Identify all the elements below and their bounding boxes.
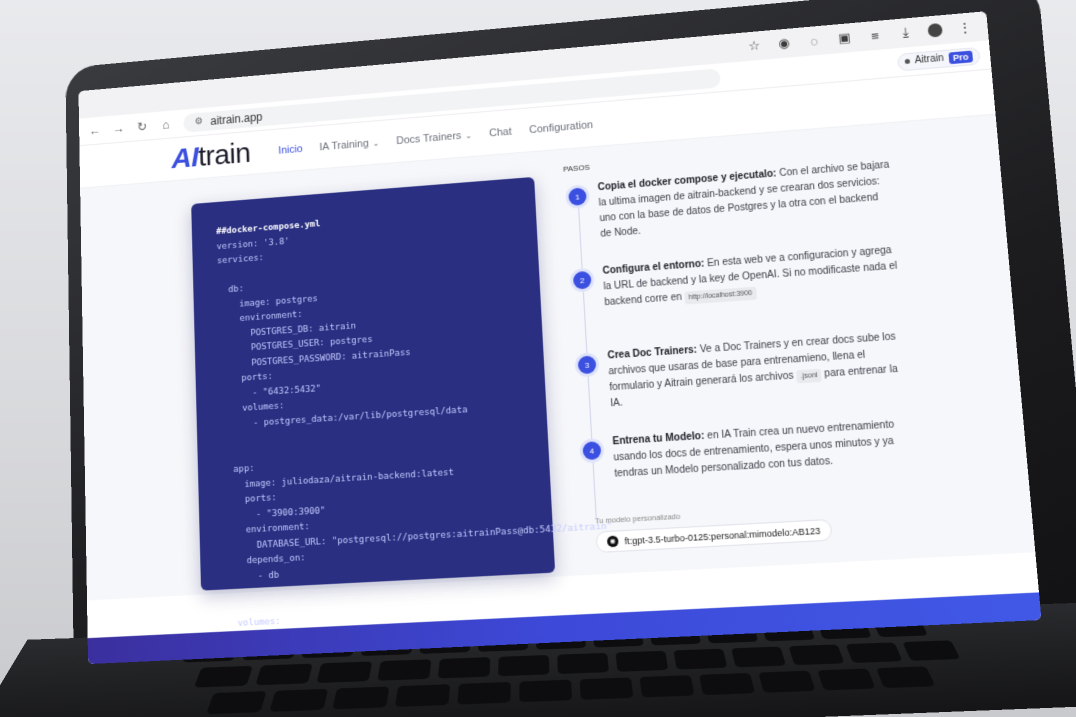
aitrain-logo[interactable]: AI train	[171, 137, 251, 175]
chevron-down-icon: ⌄	[370, 138, 380, 148]
openai-icon: ✺	[606, 535, 619, 548]
site-info-icon[interactable]: ⚙	[194, 116, 203, 127]
plan-indicator[interactable]: Aitrain Pro	[896, 46, 981, 72]
nav-docs-trainers-label: Docs Trainers	[396, 129, 462, 147]
url-text: aitrain.app	[210, 109, 263, 128]
account-icon[interactable]	[927, 22, 943, 38]
extension-icon[interactable]: ◉	[776, 35, 793, 52]
logo-mark: AI	[171, 141, 199, 175]
main-content: ##docker-compose.yml version: '3.8' serv…	[80, 114, 1036, 644]
code-body: version: '3.8' services: db: image: post…	[216, 235, 613, 644]
nav-docs-trainers[interactable]: Docs Trainers ⌄	[396, 129, 472, 147]
puzzle-icon[interactable]: ▣	[836, 30, 853, 47]
chevron-down-icon: ⌄	[463, 130, 473, 141]
backend-url-chip: http://localhost:3900	[684, 286, 757, 305]
laptop-screen: ☆ ◉ ◌ ▣ ≡ ⤓ ⋮ ← → ↻ ⌂ ⚙ aitrain.app Aitr…	[78, 11, 1042, 665]
status-dot	[904, 58, 910, 65]
step-number: 4	[582, 441, 602, 461]
back-icon[interactable]: ←	[88, 123, 101, 138]
download-icon[interactable]: ⤓	[897, 24, 915, 41]
reload-icon[interactable]: ↻	[136, 119, 149, 135]
logo-text: train	[197, 136, 251, 173]
star-icon[interactable]: ☆	[746, 38, 763, 55]
menu-icon[interactable]: ⋮	[956, 19, 974, 36]
step-number: 3	[577, 355, 597, 375]
model-id-pill[interactable]: ✺ ft:gpt-3.5-turbo-0125:personal:mimodel…	[595, 518, 833, 553]
step-number: 1	[568, 187, 587, 207]
pro-badge: Pro	[948, 50, 974, 64]
code-filename: ##docker-compose.yml	[216, 218, 321, 237]
nav-configuration[interactable]: Configuration	[529, 119, 594, 136]
nav-chat[interactable]: Chat	[489, 126, 512, 139]
home-icon[interactable]: ⌂	[159, 117, 172, 132]
jsonl-chip: .jsonl	[795, 368, 823, 384]
step-title: Crea Doc Trainers:	[607, 344, 698, 362]
profile-icon[interactable]: ◌	[806, 33, 823, 49]
media-icon[interactable]: ≡	[866, 28, 883, 44]
photo-scene: ☆ ◉ ◌ ▣ ≡ ⤓ ⋮ ← → ↻ ⌂ ⚙ aitrain.app Aitr…	[0, 0, 1076, 717]
step-number: 2	[572, 270, 592, 290]
step-text: Copia el docker compose y ejecutalo: Con…	[597, 158, 894, 243]
forward-icon[interactable]: →	[112, 121, 125, 136]
plan-label: Aitrain	[914, 53, 945, 67]
step-title: Entrena tu Modelo:	[612, 430, 705, 448]
nav-ia-training[interactable]: IA Training ⌄	[319, 137, 380, 153]
model-id: ft:gpt-3.5-turbo-0125:personal:mimodelo:…	[624, 525, 821, 546]
docker-compose-code-block[interactable]: ##docker-compose.yml version: '3.8' serv…	[191, 176, 612, 644]
nav-ia-training-label: IA Training	[319, 137, 369, 153]
nav-inicio[interactable]: Inicio	[278, 143, 303, 156]
steps-section: PASOS 1 Copia el docker compose y ejecut…	[563, 145, 970, 575]
